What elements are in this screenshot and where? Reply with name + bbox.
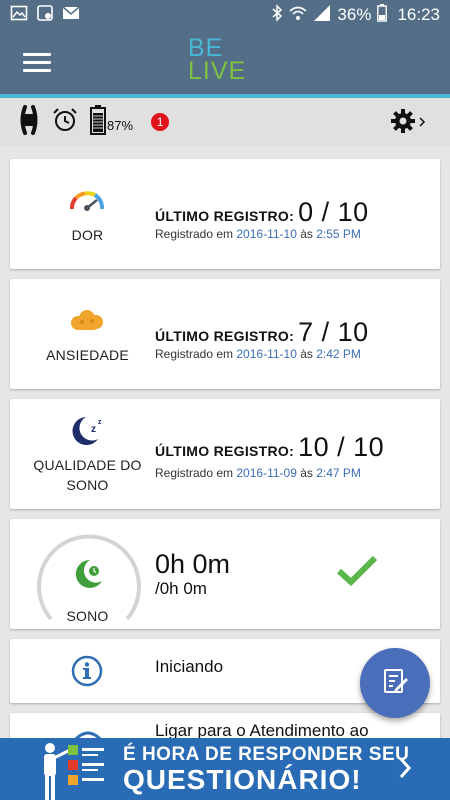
anxiety-record: ÚLTIMO REGISTRO: 7 / 10 — [155, 317, 369, 348]
sleep-quality-registered: Registrado em 2016-11-09 às 2:47 PM — [155, 466, 361, 480]
phone-battery-icon — [377, 3, 388, 27]
pain-record-title: ÚLTIMO REGISTRO: — [155, 208, 295, 224]
pain-time: 2:55 PM — [316, 227, 361, 241]
alert-badge[interactable]: 1 — [151, 113, 170, 131]
anxiety-at: às — [296, 347, 317, 361]
sleep-quality-registered-prefix: Registrado em — [155, 466, 237, 480]
pain-card[interactable]: DOR ÚLTIMO REGISTRO: 0 / 10 Registrado em… — [10, 159, 440, 269]
sleep-duration: 0h 0m — [155, 549, 231, 579]
pain-gauge-icon — [68, 189, 106, 218]
sleep-quality-label-line1: QUALIDADE DO — [33, 457, 142, 473]
anxiety-date: 2016-11-10 — [236, 347, 297, 361]
sleep-quality-at: às — [296, 466, 317, 480]
sleep-quality-record-value: 10 / 10 — [298, 432, 385, 462]
band-battery-icon — [90, 104, 106, 140]
hamburger-menu-icon[interactable] — [23, 53, 51, 73]
gear-icon — [390, 108, 416, 139]
pain-at: às — [296, 227, 317, 241]
phone-battery-percent: 36% — [337, 5, 372, 24]
gallery-notification-icon — [36, 4, 54, 27]
questionnaire-fab[interactable] — [360, 648, 430, 718]
sleep-quality-record-title: ÚLTIMO REGISTRO: — [155, 443, 295, 459]
pain-record-value: 0 / 10 — [298, 197, 369, 227]
sleep-label: SONO — [66, 608, 109, 624]
chevron-right-icon — [418, 115, 426, 133]
svg-text:z: z — [98, 419, 102, 426]
svg-text:z: z — [91, 424, 96, 435]
pain-date: 2016-11-10 — [236, 227, 297, 241]
banner-line1: É HORA DE RESPONDER SEU — [123, 744, 410, 765]
wifi-icon — [289, 5, 307, 26]
sleep-quality-time: 2:47 PM — [316, 466, 361, 480]
status-bar: 36% 16:23 — [0, 0, 450, 30]
moon-sleep-icon: z z — [70, 413, 108, 452]
sleep-card[interactable]: SONO 0h 0m /0h 0m — [10, 519, 440, 629]
pain-registered-prefix: Registrado em — [155, 227, 237, 241]
banner-line2: QUESTIONÁRIO! — [123, 764, 362, 795]
info-icon — [71, 655, 103, 692]
belive-logo: BE LIVE — [188, 34, 247, 85]
pain-label: DOR — [71, 227, 104, 243]
sleep-quality-date: 2016-11-09 — [236, 466, 297, 480]
email-notification-icon — [62, 4, 80, 27]
anxiety-record-title: ÚLTIMO REGISTRO: — [155, 328, 295, 344]
device-status-bar: 87% 1 — [0, 98, 450, 146]
photo-notification-icon — [10, 4, 28, 27]
bluetooth-icon — [271, 3, 283, 27]
sleep-quality-label-line2: SONO — [66, 477, 109, 493]
checkmark-icon — [336, 555, 378, 592]
edit-form-icon — [381, 667, 409, 700]
settings-button[interactable] — [390, 108, 426, 139]
anxiety-card[interactable]: ANSIEDADE ÚLTIMO REGISTRO: 7 / 10 Registr… — [10, 279, 440, 389]
sleep-goal: /0h 0m — [155, 579, 207, 598]
questionnaire-banner[interactable]: É HORA DE RESPONDER SEU QUESTIONÁRIO! — [0, 738, 450, 800]
moon-clock-icon — [72, 557, 108, 596]
person-checklist-icon — [38, 742, 110, 800]
alarm-clock-icon[interactable] — [52, 107, 78, 138]
sleep-quality-record: ÚLTIMO REGISTRO: 10 / 10 — [155, 432, 384, 463]
pain-registered: Registrado em 2016-11-10 às 2:55 PM — [155, 227, 361, 241]
cloud-icon — [68, 309, 106, 336]
info-label: Iniciando — [155, 657, 224, 676]
chevron-right-icon — [398, 756, 412, 785]
clock: 16:23 — [397, 5, 440, 24]
pain-record: ÚLTIMO REGISTRO: 0 / 10 — [155, 197, 369, 228]
sleep-quality-card[interactable]: z z QUALIDADE DO SONO ÚLTIMO REGISTRO: 10… — [10, 399, 440, 509]
signal-icon — [313, 4, 331, 26]
anxiety-label: ANSIEDADE — [46, 347, 129, 363]
band-battery-percent: 87% — [107, 117, 134, 133]
anxiety-registered: Registrado em 2016-11-10 às 2:42 PM — [155, 347, 361, 361]
fitness-band-icon[interactable] — [18, 104, 40, 140]
anxiety-registered-prefix: Registrado em — [155, 347, 237, 361]
anxiety-time: 2:42 PM — [316, 347, 361, 361]
anxiety-record-value: 7 / 10 — [298, 317, 369, 347]
